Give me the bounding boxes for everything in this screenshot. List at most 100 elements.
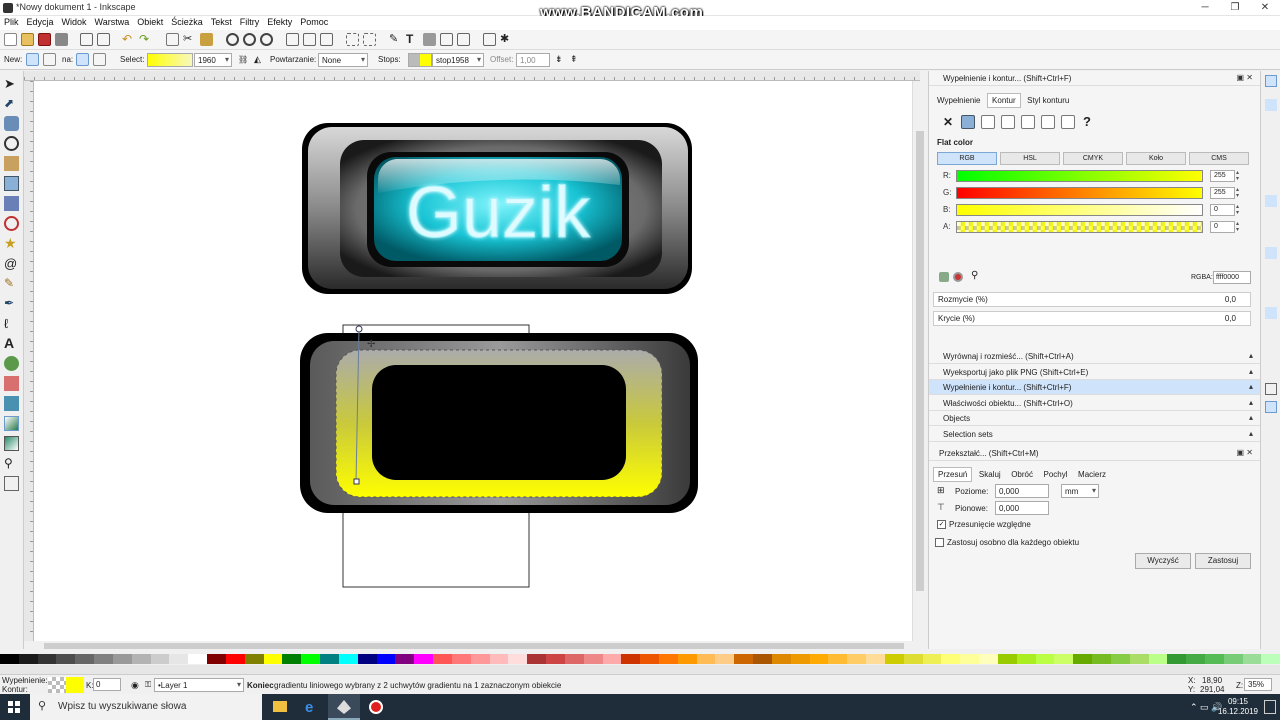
delete-stop-icon[interactable]: ⇞ bbox=[570, 54, 578, 65]
tweak-tool-icon[interactable] bbox=[4, 116, 19, 131]
star-tool-icon[interactable]: ★ bbox=[4, 236, 19, 251]
pen-tool-icon[interactable]: ✒ bbox=[4, 296, 19, 311]
tab-scale[interactable]: Skaluj bbox=[975, 468, 1005, 481]
snap-cusp-icon[interactable] bbox=[1265, 247, 1277, 259]
snap-guide-icon[interactable] bbox=[1265, 419, 1277, 431]
clear-button[interactable]: Wyczyść bbox=[1135, 553, 1191, 569]
color-managed-icon[interactable] bbox=[939, 272, 949, 282]
snap-rotation-center-icon[interactable] bbox=[1265, 327, 1277, 339]
rgba-field[interactable]: ffff0000 bbox=[1213, 271, 1251, 284]
selector-tool-icon[interactable]: ➤ bbox=[4, 76, 19, 91]
snap-bbox-center-icon[interactable] bbox=[1265, 179, 1277, 191]
horizontal-field[interactable]: 0,000 bbox=[995, 484, 1049, 498]
blur-field[interactable]: Rozmycie (%) 0,0 bbox=[933, 292, 1251, 307]
close-transform-icon[interactable]: ▣ ✕ bbox=[1237, 448, 1253, 457]
snap-paths-icon[interactable] bbox=[1265, 215, 1277, 227]
gradient-select[interactable]: 1960 bbox=[194, 53, 232, 67]
mode-wheel[interactable]: Koło bbox=[1126, 152, 1186, 165]
copy-icon[interactable] bbox=[166, 33, 179, 46]
unlink-clone-icon[interactable] bbox=[320, 33, 333, 46]
close-panel-icon[interactable]: ▣ ✕ bbox=[1237, 73, 1253, 82]
connector-tool-icon[interactable] bbox=[4, 476, 19, 491]
swatch-paint-button[interactable] bbox=[1061, 115, 1075, 129]
clone-icon[interactable] bbox=[303, 33, 316, 46]
menu-filtry[interactable]: Filtry bbox=[236, 16, 264, 28]
dock-align[interactable]: Wyrównaj i rozmieść... (Shift+Ctrl+A) ▴ bbox=[929, 349, 1261, 364]
undo-icon[interactable]: ↶ bbox=[122, 33, 135, 46]
palette-scrollbar[interactable] bbox=[0, 665, 1280, 674]
zoom-selection-icon[interactable] bbox=[226, 33, 239, 46]
gradient-end-handle[interactable] bbox=[353, 478, 360, 485]
gradient-tool-icon[interactable] bbox=[4, 416, 19, 431]
dock-fill-stroke[interactable]: Wypełnienie i kontur... (Shift+Ctrl+F) ▴ bbox=[929, 380, 1261, 395]
open-icon[interactable] bbox=[21, 33, 34, 46]
unit-select[interactable]: mm bbox=[1061, 484, 1099, 498]
snap-nodes-icon[interactable] bbox=[1265, 195, 1277, 207]
3d-box-tool-icon[interactable] bbox=[4, 196, 19, 211]
group-icon[interactable] bbox=[346, 33, 359, 46]
mode-rgb[interactable]: RGB bbox=[937, 152, 997, 165]
minimize-button[interactable]: ─ bbox=[1190, 0, 1220, 16]
slider-a[interactable]: A: 0 ▴ ▾ bbox=[943, 221, 1243, 234]
pattern-paint-button[interactable] bbox=[1041, 115, 1055, 129]
dock-selection-sets[interactable]: Selection sets ▴ bbox=[929, 427, 1261, 442]
color-palette[interactable] bbox=[0, 653, 1280, 665]
taskbar-inkscape[interactable] bbox=[328, 694, 360, 720]
clock[interactable]: 09:15 16.12.2019 bbox=[1218, 697, 1258, 717]
unset-paint-icon[interactable]: ? bbox=[1083, 114, 1091, 129]
ellipse-tool-icon[interactable] bbox=[4, 216, 19, 231]
menu-tekst[interactable]: Tekst bbox=[207, 16, 236, 28]
lock-icon[interactable]: ⚿ bbox=[145, 680, 151, 690]
preferences-icon[interactable]: ✱ bbox=[500, 33, 513, 46]
menu-widok[interactable]: Widok bbox=[58, 16, 91, 28]
dropper-tool-icon[interactable]: ⚲ bbox=[4, 456, 19, 471]
stroke-swatch[interactable] bbox=[66, 677, 84, 693]
calligraphy-tool-icon[interactable]: ℓ bbox=[4, 316, 19, 331]
mode-hsl[interactable]: HSL bbox=[1000, 152, 1060, 165]
menu-pomoc[interactable]: Pomoc bbox=[296, 16, 332, 28]
zoom-tool-icon[interactable] bbox=[4, 136, 19, 151]
paste-icon[interactable] bbox=[200, 33, 213, 46]
no-paint-icon[interactable]: ✕ bbox=[943, 115, 953, 129]
tab-stroke-style[interactable]: Styl konturu bbox=[1023, 94, 1073, 107]
measure-tool-icon[interactable] bbox=[4, 156, 19, 171]
cut-icon[interactable]: ✂ bbox=[183, 33, 196, 46]
snap-bbox-edge-icon[interactable] bbox=[1265, 119, 1277, 131]
link-icon[interactable]: ⛓ bbox=[238, 55, 248, 64]
color-picker-icon[interactable]: ⚲ bbox=[971, 270, 978, 281]
zoom-page-icon[interactable] bbox=[260, 33, 273, 46]
b-value[interactable]: 0 bbox=[1210, 204, 1235, 216]
reverse-icon[interactable]: ◭ bbox=[254, 54, 261, 65]
mode-cms[interactable]: CMS bbox=[1189, 152, 1249, 165]
rectangle-tool-icon[interactable] bbox=[4, 176, 19, 191]
menu-edycja[interactable]: Edycja bbox=[23, 16, 58, 28]
fill-swatch[interactable] bbox=[48, 677, 66, 693]
radial-gradient-paint-button[interactable] bbox=[1001, 115, 1015, 129]
radial-gradient-button[interactable] bbox=[43, 53, 56, 66]
text-tool-icon[interactable]: A bbox=[4, 336, 19, 351]
g-value[interactable]: 255 bbox=[1210, 187, 1235, 199]
spray-tool-icon[interactable] bbox=[4, 356, 19, 371]
drawing-canvas[interactable]: Guzik ✢ bbox=[34, 81, 912, 641]
horizontal-scrollbar[interactable] bbox=[34, 641, 912, 651]
guzik-button-bottom[interactable] bbox=[300, 333, 698, 513]
snap-grid-icon[interactable] bbox=[1265, 401, 1277, 413]
slider-g[interactable]: G: 255 ▴ ▾ bbox=[943, 187, 1243, 200]
mesh-tool-icon[interactable] bbox=[4, 436, 19, 451]
insert-stop-icon[interactable]: ⇟ bbox=[555, 54, 563, 65]
snap-bbox-midpoint-icon[interactable] bbox=[1265, 159, 1277, 171]
visibility-icon[interactable]: ◉ bbox=[131, 680, 139, 691]
spiral-tool-icon[interactable]: @ bbox=[4, 256, 19, 271]
apply-each-checkbox[interactable] bbox=[935, 538, 944, 547]
mesh-paint-button[interactable] bbox=[1021, 115, 1035, 129]
paint-bucket-tool-icon[interactable] bbox=[4, 396, 19, 411]
dock-objects[interactable]: Objects ▴ bbox=[929, 411, 1261, 426]
taskbar-file-explorer[interactable] bbox=[264, 694, 296, 720]
tab-matrix[interactable]: Macierz bbox=[1074, 468, 1110, 481]
notifications-icon[interactable] bbox=[1264, 700, 1276, 714]
new-document-icon[interactable] bbox=[4, 33, 17, 46]
linear-gradient-paint-button[interactable] bbox=[981, 115, 995, 129]
menu-efekty[interactable]: Efekty bbox=[263, 16, 296, 28]
opacity-field[interactable]: Krycie (%) 0,0 bbox=[933, 311, 1251, 326]
node-tool-icon[interactable]: ⬈ bbox=[4, 96, 19, 111]
